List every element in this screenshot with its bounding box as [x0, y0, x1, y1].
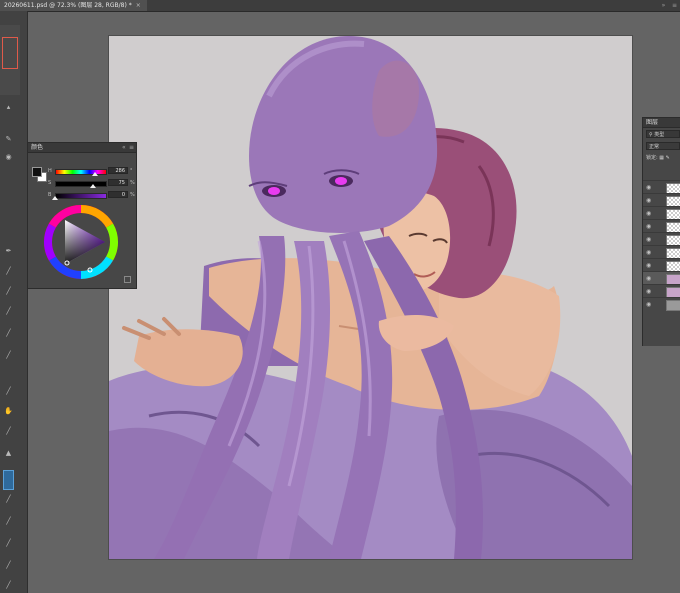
foreground-background-swatches[interactable] — [32, 167, 47, 182]
quick-mask-icon[interactable]: ╱ — [4, 495, 13, 504]
layer-visibility-icon[interactable]: ◉ — [646, 275, 651, 282]
brightness-slider[interactable]: B 0 % — [48, 191, 135, 200]
hue-value[interactable]: 286 — [108, 167, 128, 174]
layer-row[interactable]: ◉ — [643, 193, 680, 207]
brush-icon[interactable]: ✎ — [4, 135, 13, 144]
hand-icon[interactable]: ✋ — [4, 407, 13, 416]
layer-visibility-icon[interactable]: ◉ — [646, 184, 651, 191]
hue-thumb[interactable] — [91, 172, 98, 176]
blend-mode-select[interactable]: 正常 — [646, 142, 680, 150]
document-tab-title: 20260611.psd @ 72.3% (图层 28, RGB/8) * — [4, 2, 132, 9]
layer-visibility-icon[interactable]: ◉ — [646, 236, 651, 243]
layer-row[interactable]: ◉ — [643, 245, 680, 259]
document-tab-bar: 20260611.psd @ 72.3% (图层 28, RGB/8) * × »… — [0, 0, 680, 12]
saturation-unit: % — [130, 180, 135, 186]
hue-label: H — [48, 168, 52, 174]
layer-visibility-icon[interactable]: ◉ — [646, 223, 651, 230]
layer-visibility-icon[interactable]: ◉ — [646, 249, 651, 256]
tools-panel: ▴ ✎ ◉ ✒ ╱ ╱ ╱ ╱ ╱ ╱ ✋ ╱ ▲ ╱ ╱ ╱ ╱ ╱ — [0, 11, 28, 593]
color-panel-header[interactable]: 颜色 « ≡ — [28, 143, 136, 153]
layer-visibility-icon[interactable]: ◉ — [646, 288, 651, 295]
layer-row[interactable]: ◉ — [643, 180, 680, 194]
lock-row: 锁定: ▦ ✎ — [646, 154, 670, 162]
layer-thumbnail — [666, 300, 680, 311]
layer-row[interactable]: ◉ — [643, 297, 680, 311]
color-wheel[interactable] — [43, 204, 119, 280]
layer-row[interactable]: ◉ — [643, 271, 680, 285]
layer-visibility-icon[interactable]: ◉ — [646, 262, 651, 269]
saturation-thumb[interactable] — [89, 184, 96, 188]
layer-row[interactable]: ◉ — [643, 232, 680, 246]
pen-icon[interactable]: ✒ — [4, 247, 13, 256]
layers-panel-title: 图层 — [646, 119, 659, 126]
close-tab-icon[interactable]: × — [136, 2, 141, 9]
edit-toolbar-icon[interactable]: ╱ — [4, 561, 13, 570]
foreground-color-swatch[interactable] — [32, 167, 42, 177]
layer-visibility-icon[interactable]: ◉ — [646, 301, 651, 308]
layer-filter-input[interactable]: ⚲ 类型 — [646, 130, 680, 138]
collapse-icon[interactable]: « — [122, 143, 126, 152]
saturation-label: S — [48, 180, 52, 186]
extra-tool-icon[interactable]: ╱ — [4, 539, 13, 548]
color-panel-title: 颜色 — [31, 144, 44, 151]
panel-collapse-icon[interactable]: » — [660, 2, 667, 9]
hue-slider[interactable]: H 286 ° — [48, 167, 134, 176]
blend-mode-value: 正常 — [649, 144, 660, 150]
brush-lock-icon[interactable]: ✎ — [666, 155, 670, 161]
workspace-menu-icon[interactable]: ≡ — [671, 2, 678, 9]
brightness-thumb[interactable] — [52, 196, 58, 200]
document-canvas[interactable] — [109, 36, 632, 559]
hue-unit: ° — [130, 168, 133, 174]
saturation-value[interactable]: 75 — [108, 179, 128, 186]
move-icon[interactable]: ╱ — [4, 329, 13, 338]
navigator-view-rectangle[interactable] — [2, 37, 18, 69]
layer-visibility-icon[interactable]: ◉ — [646, 197, 651, 204]
layer-row[interactable]: ◉ — [643, 284, 680, 298]
screen-mode-icon[interactable]: ╱ — [4, 517, 13, 526]
brightness-unit: % — [130, 192, 135, 198]
panel-options-icon[interactable] — [124, 276, 131, 283]
panel-menu-icon[interactable]: ≡ — [129, 143, 134, 152]
lasso-icon[interactable]: ╱ — [4, 307, 13, 316]
zoom-icon[interactable]: ╱ — [4, 427, 13, 436]
color-panel: 颜色 « ≡ H 286 ° S 75 % B 0 % — [27, 142, 137, 289]
hue-track[interactable] — [55, 169, 107, 175]
saturation-slider[interactable]: S 75 % — [48, 179, 135, 188]
layer-row[interactable]: ◉ — [643, 258, 680, 272]
color-swatch-icon[interactable] — [3, 470, 14, 490]
smudge-icon[interactable]: ╱ — [4, 267, 13, 276]
dodge-icon[interactable]: ╱ — [4, 287, 13, 296]
text-icon[interactable]: ╱ — [4, 387, 13, 396]
layers-panel: 图层 ⚲ 类型 正常 锁定: ▦ ✎ ◉ ◉ ◉ ◉ ◉ ◉ ◉ ◉ ◉ ◉ — [642, 117, 680, 346]
lock-icon[interactable]: ▦ — [659, 155, 664, 161]
layer-row[interactable]: ◉ — [643, 206, 680, 220]
saturation-track[interactable] — [55, 181, 107, 187]
lock-label: 锁定: — [646, 155, 658, 161]
brightness-track[interactable] — [55, 193, 107, 199]
document-tab[interactable]: 20260611.psd @ 72.3% (图层 28, RGB/8) * × — [0, 0, 147, 11]
more-tools-icon[interactable]: ╱ — [4, 581, 13, 590]
navigator-thumbnail[interactable] — [0, 25, 20, 95]
eyedropper-icon[interactable]: ╱ — [4, 351, 13, 360]
collapse-arrow-icon[interactable]: ▴ — [4, 103, 13, 112]
brightness-value[interactable]: 0 — [108, 191, 128, 198]
eraser-icon[interactable]: ◉ — [4, 153, 13, 162]
layers-panel-header[interactable]: 图层 — [643, 118, 680, 128]
layer-row[interactable]: ◉ — [643, 219, 680, 233]
layer-visibility-icon[interactable]: ◉ — [646, 210, 651, 217]
layer-filter-text: 类型 — [654, 132, 665, 138]
artwork — [109, 36, 632, 559]
gradient-icon[interactable]: ▲ — [4, 449, 13, 458]
